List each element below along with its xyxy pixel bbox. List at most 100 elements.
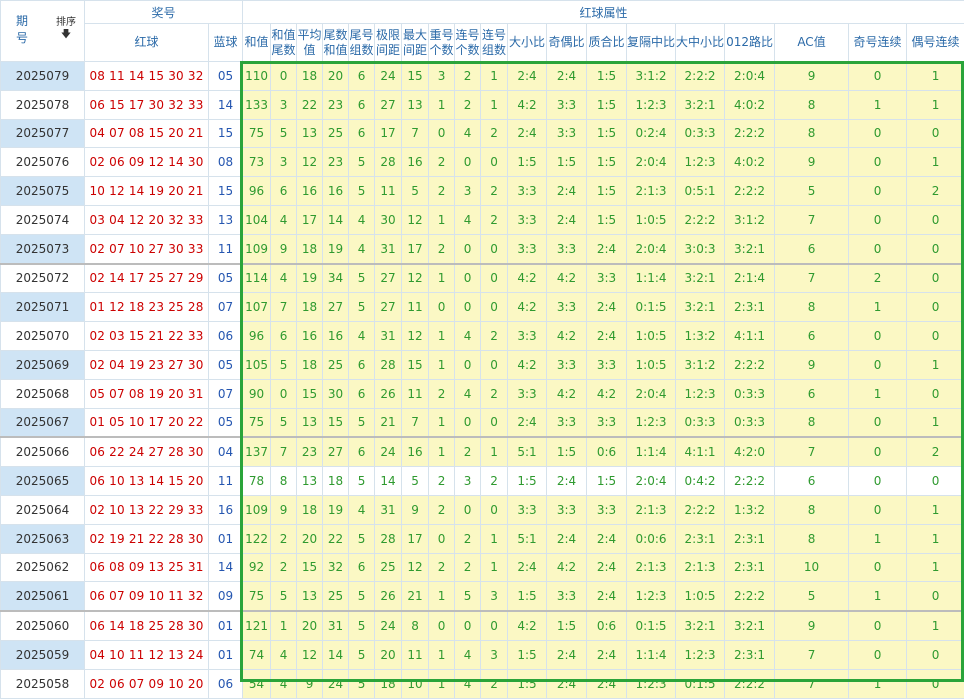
attr-cell: 3:1:2 [676,350,725,379]
attr-cell: 15 [402,350,429,379]
red-balls-cell: 06 10 13 14 15 20 [85,467,209,496]
attr-cell: 23 [297,437,323,466]
blue-ball-cell: 06 [209,322,243,351]
attr-cell: 17 [402,524,429,553]
attr-cell: 19 [323,495,349,524]
attr-cell: 18 [323,467,349,496]
table-row[interactable]: 202506006 14 18 25 28 300112112031524800… [1,611,964,640]
attr-cell: 0 [271,62,297,91]
attr-cell: 2 [429,177,455,206]
attr-cell: 104 [243,205,271,234]
attr-cell: 0:1:5 [676,669,725,698]
table-row[interactable]: 202506402 10 13 22 29 331610991819431920… [1,495,964,524]
table-row[interactable]: 202507101 12 18 23 25 280710771827527110… [1,293,964,322]
table-row[interactable]: 202507704 07 08 15 20 211575513256177042… [1,119,964,148]
table-row[interactable]: 202505904 10 11 12 13 240174412145201114… [1,640,964,669]
table-row[interactable]: 202506701 05 10 17 20 220575513155217100… [1,408,964,437]
attr-cell: 13 [402,90,429,119]
table-row[interactable]: 202507002 03 15 21 22 330696616164311214… [1,322,964,351]
attr-cell: 5 [349,467,375,496]
table-row[interactable]: 202506805 07 08 19 20 310790015306261124… [1,379,964,408]
attr-cell: 2:3:1 [725,524,775,553]
attr-cell: 0 [481,148,508,177]
issue-cell: 2025066 [1,437,85,466]
table-row[interactable]: 202507806 15 17 30 32 331413332223627131… [1,90,964,119]
attr-cell: 25 [323,350,349,379]
table-row[interactable]: 202506206 08 09 13 25 311492215326251222… [1,553,964,582]
attr-cell: 27 [375,90,402,119]
table-row[interactable]: 202505802 06 07 09 10 200654492451810142… [1,669,964,698]
attr-cell: 5 [349,177,375,206]
blue-ball-cell: 13 [209,205,243,234]
attr-cell: 1:2:3 [676,640,725,669]
attr-cell: 1 [481,524,508,553]
attr-cell: 4:2 [508,264,547,293]
attr-cell: 0 [429,293,455,322]
attr-cell: 9 [775,611,849,640]
table-row[interactable]: 202506606 22 24 27 28 300413772327624161… [1,437,964,466]
attr-cell: 1:5 [508,669,547,698]
attr-cell: 1 [429,322,455,351]
attr-cell: 7 [775,669,849,698]
red-balls-cell: 06 22 24 27 28 30 [85,437,209,466]
attr-cell: 1 [481,62,508,91]
issue-cell: 2025072 [1,264,85,293]
issue-cell: 2025068 [1,379,85,408]
attr-cell: 1 [849,379,907,408]
attr-cell: 0 [455,234,481,263]
attr-cell: 0 [481,234,508,263]
table-row[interactable]: 202507510 12 14 19 20 211596616165115232… [1,177,964,206]
red-balls-cell: 06 07 09 10 11 32 [85,582,209,611]
attr-cell: 4 [349,322,375,351]
attr-cell: 0 [907,264,964,293]
attr-cell: 18 [375,669,402,698]
attr-cell: 3:3 [587,495,627,524]
attr-cell: 3:3 [547,293,587,322]
attr-cell: 8 [775,408,849,437]
blue-ball-cell: 06 [209,669,243,698]
table-row[interactable]: 202507302 07 10 27 30 331110991819431172… [1,234,964,263]
attr-cell: 18 [297,293,323,322]
attr-cell: 2 [481,379,508,408]
attr-cell: 78 [243,467,271,496]
attr-cell: 4 [271,640,297,669]
table-row[interactable]: 202507602 06 09 12 14 300873312235281620… [1,148,964,177]
issue-header[interactable]: 期号 排序 🡇 [1,1,85,62]
attr-cell: 2 [429,234,455,263]
attr-cell: 6 [349,350,375,379]
attr-cell: 5 [455,582,481,611]
attr-cell: 4 [455,119,481,148]
attr-cell: 18 [297,234,323,263]
attr-cell: 2 [481,177,508,206]
attr-cell: 16 [297,322,323,351]
attr-cell: 2 [481,322,508,351]
table-row[interactable]: 202507202 14 17 25 27 290511441934527121… [1,264,964,293]
attr-cell: 2:0:4 [627,379,676,408]
blue-ball-cell: 09 [209,582,243,611]
attr-cell: 1 [429,350,455,379]
attr-cell: 0:3:3 [676,408,725,437]
attr-cell: 8 [775,119,849,148]
table-row[interactable]: 202507403 04 12 20 32 331310441714430121… [1,205,964,234]
attr-cell: 25 [375,553,402,582]
blue-ball-cell: 11 [209,467,243,496]
attr-cell: 0 [429,611,455,640]
table-row[interactable]: 202506902 04 19 23 27 300510551825628151… [1,350,964,379]
attr-cell: 2 [481,669,508,698]
table-row[interactable]: 202506506 10 13 14 15 201178813185145232… [1,467,964,496]
attr-cell: 16 [297,177,323,206]
attr-cell: 2:4 [547,205,587,234]
attr-cell: 2 [907,437,964,466]
attr-cell: 2 [481,205,508,234]
attr-col-header: 连号组数 [481,24,508,62]
table-row[interactable]: 202506302 19 21 22 28 300112222022528170… [1,524,964,553]
table-row[interactable]: 202507908 11 14 15 30 320511001820624153… [1,62,964,91]
attr-cell: 0 [907,640,964,669]
attr-col-header: 大小比 [508,24,547,62]
table-row[interactable]: 202506106 07 09 10 11 320975513255262115… [1,582,964,611]
attr-cell: 1:5 [587,148,627,177]
attr-cell: 4:2:0 [725,437,775,466]
sort-button[interactable]: 排序 🡇 [56,17,76,41]
issue-cell: 2025071 [1,293,85,322]
blue-ball-cell: 07 [209,379,243,408]
